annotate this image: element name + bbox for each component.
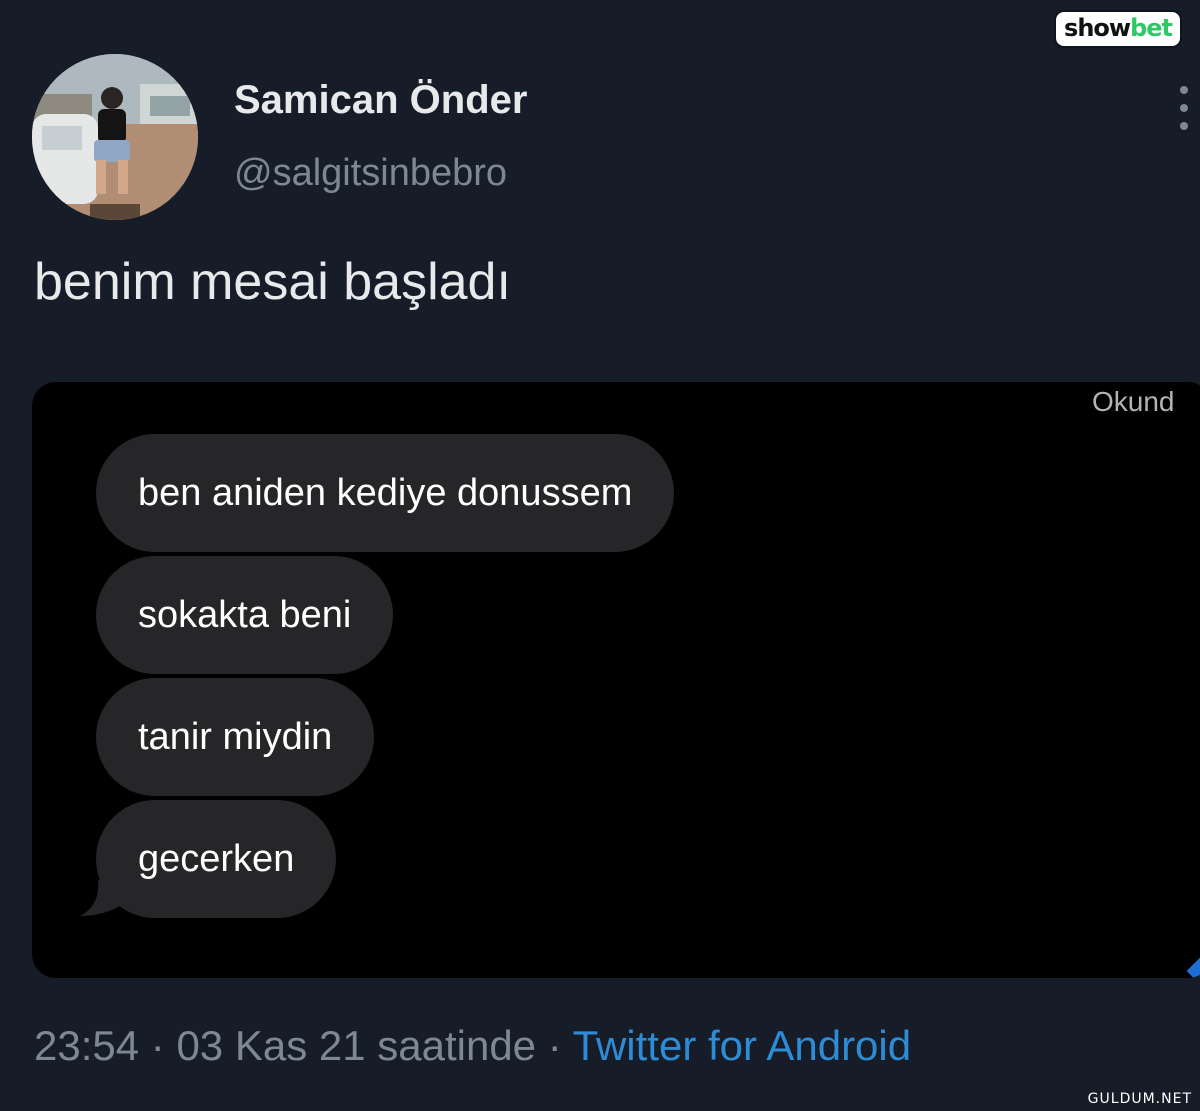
message-bubble: tanir miydin	[96, 678, 375, 796]
author-handle[interactable]: @salgitsinbebro	[234, 152, 507, 195]
avatar-photo	[32, 54, 198, 220]
author-display-name[interactable]: Samican Önder	[234, 78, 527, 123]
tweet-date[interactable]: 03 Kas 21 saatinde	[176, 1022, 536, 1069]
meta-separator: ·	[536, 1022, 573, 1069]
meta-separator: ·	[139, 1022, 177, 1069]
avatar[interactable]	[32, 54, 198, 220]
message-bubble: ben aniden kediye donussem	[96, 434, 675, 552]
tweet-text: benim mesai başladı	[34, 253, 511, 311]
watermark-bet-text: bet	[1130, 14, 1173, 42]
watermark-show-text: show	[1064, 14, 1131, 42]
message-bubble: gecerken	[96, 800, 337, 918]
more-dot	[1180, 104, 1188, 112]
tweet-time: 23:54	[34, 1022, 140, 1069]
tweet-meta: 23:54 · 03 Kas 21 saatinde · Twitter for…	[34, 1022, 911, 1070]
guldum-watermark: GULDUM.NET	[1087, 1091, 1192, 1107]
bubble-tail-icon	[80, 880, 126, 916]
corner-arrow-icon	[1186, 952, 1200, 978]
more-dot	[1180, 86, 1188, 94]
showbet-watermark: showbet	[1056, 12, 1180, 46]
read-receipt-text: Okund	[1092, 386, 1175, 417]
tweet-media-image[interactable]: Okund ben aniden kediye donussem sokakta…	[32, 382, 1200, 978]
more-dot	[1180, 122, 1188, 130]
more-vertical-icon[interactable]	[1176, 86, 1192, 130]
message-bubble: sokakta beni	[96, 556, 394, 674]
tweet-source-link[interactable]: Twitter for Android	[573, 1022, 911, 1069]
